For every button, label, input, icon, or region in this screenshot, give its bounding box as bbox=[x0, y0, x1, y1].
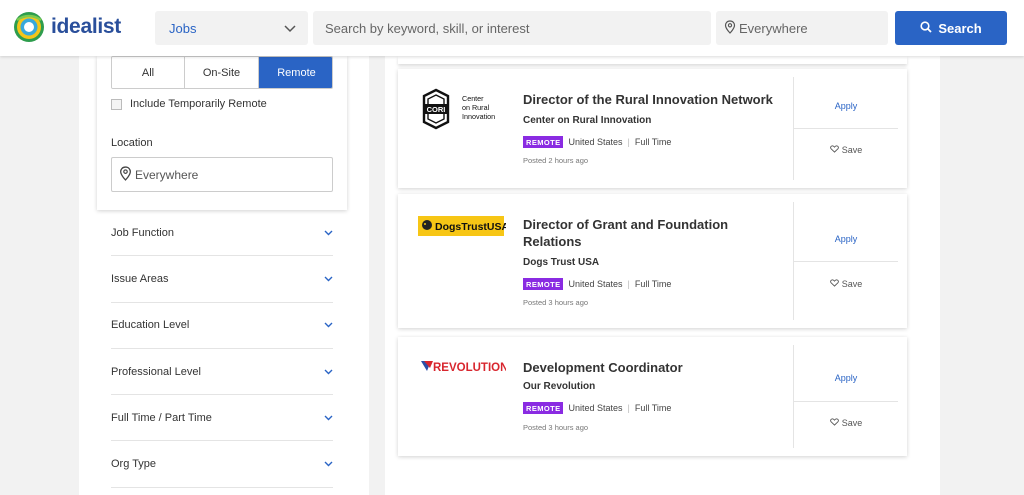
toggle-remote[interactable]: Remote bbox=[259, 57, 332, 88]
actions-divider bbox=[794, 128, 898, 129]
location-filter-input[interactable]: Everywhere bbox=[111, 157, 333, 192]
apply-button[interactable]: Apply bbox=[794, 234, 898, 244]
accordion-org-type[interactable]: Org Type bbox=[111, 441, 333, 488]
job-location: United States bbox=[568, 403, 623, 413]
meta-separator: | bbox=[627, 137, 630, 147]
posted-time: Posted 3 hours ago bbox=[523, 423, 589, 432]
category-select[interactable]: Jobs bbox=[155, 11, 308, 45]
job-title[interactable]: Development Coordinator bbox=[523, 359, 778, 376]
filter-accordion-list: Job Function Issue Areas Education Level… bbox=[111, 210, 333, 488]
svg-text:on Rural: on Rural bbox=[462, 103, 490, 112]
heart-icon bbox=[829, 418, 839, 428]
job-meta: REMOTE United States | Full Time bbox=[523, 136, 671, 148]
apply-button[interactable]: Apply bbox=[794, 101, 898, 111]
heart-icon bbox=[829, 145, 839, 155]
location-label: Location bbox=[111, 137, 153, 149]
chevron-down-icon bbox=[284, 21, 296, 36]
revolution-logo-text: REVOLUTION bbox=[433, 362, 506, 374]
heart-icon bbox=[829, 279, 839, 289]
toggle-on-site[interactable]: On-Site bbox=[185, 57, 259, 88]
location-placeholder: Everywhere bbox=[739, 20, 808, 36]
cori-mark: CORI bbox=[427, 105, 446, 114]
posted-time: Posted 2 hours ago bbox=[523, 156, 589, 165]
chevron-down-icon bbox=[323, 320, 333, 330]
idealist-logo-icon bbox=[12, 10, 46, 44]
job-actions: Apply Save bbox=[793, 77, 898, 180]
save-button[interactable]: Save bbox=[794, 418, 898, 428]
chevron-down-icon bbox=[323, 274, 333, 284]
map-pin-icon bbox=[724, 19, 736, 37]
job-location: United States bbox=[568, 279, 623, 289]
posted-time: Posted 3 hours ago bbox=[523, 298, 589, 307]
job-card[interactable]: CORI Center on Rural Innovation Director… bbox=[398, 69, 907, 188]
job-results: CORI Center on Rural Innovation Director… bbox=[385, 56, 940, 495]
job-meta: REMOTE United States | Full Time bbox=[523, 278, 671, 290]
site-header: idealist Jobs Search by keyword, skill, … bbox=[0, 0, 1024, 56]
save-button[interactable]: Save bbox=[794, 145, 898, 155]
org-name[interactable]: Dogs Trust USA bbox=[523, 257, 599, 268]
dogs-trust-logo-text: DogsTrustUSA bbox=[435, 221, 506, 233]
svg-text:Center: Center bbox=[462, 94, 484, 103]
chevron-down-icon bbox=[323, 228, 333, 238]
filter-panel: All On-Site Remote Include Temporarily R… bbox=[79, 56, 369, 495]
search-icon bbox=[920, 20, 932, 36]
accordion-professional-level[interactable]: Professional Level bbox=[111, 349, 333, 396]
accordion-issue-areas[interactable]: Issue Areas bbox=[111, 256, 333, 303]
category-select-value: Jobs bbox=[169, 20, 197, 36]
actions-divider bbox=[794, 401, 898, 402]
job-type: Full Time bbox=[634, 137, 672, 147]
job-card[interactable]: REVOLUTION Development Coordinator Our R… bbox=[398, 337, 907, 456]
meta-separator: | bbox=[627, 279, 630, 289]
temporarily-remote-checkbox-row[interactable]: Include Temporarily Remote bbox=[111, 98, 267, 110]
location-type-toggle: All On-Site Remote bbox=[111, 56, 333, 89]
save-button[interactable]: Save bbox=[794, 279, 898, 289]
logo-text: idealist bbox=[51, 15, 121, 38]
chevron-down-icon bbox=[323, 459, 333, 469]
location-filter-value: Everywhere bbox=[135, 167, 199, 182]
actions-divider bbox=[794, 261, 898, 262]
apply-button[interactable]: Apply bbox=[794, 373, 898, 383]
svg-text:Innovation: Innovation bbox=[462, 112, 495, 121]
org-logo: CORI Center on Rural Innovation bbox=[418, 87, 506, 131]
job-actions: Apply Save bbox=[793, 202, 898, 320]
toggle-all[interactable]: All bbox=[112, 57, 185, 88]
temporarily-remote-label: Include Temporarily Remote bbox=[130, 98, 267, 110]
save-label: Save bbox=[841, 145, 863, 155]
accordion-education-level[interactable]: Education Level bbox=[111, 303, 333, 349]
temporarily-remote-checkbox[interactable] bbox=[111, 98, 122, 110]
job-actions: Apply Save bbox=[793, 345, 898, 448]
job-location: United States bbox=[568, 137, 623, 147]
save-label: Save bbox=[841, 279, 863, 289]
job-card[interactable]: DogsTrustUSA Director of Grant and Found… bbox=[398, 194, 907, 328]
search-button[interactable]: Search bbox=[895, 11, 1007, 45]
job-title[interactable]: Director of Grant and Foundation Relatio… bbox=[523, 216, 748, 250]
job-type: Full Time bbox=[634, 403, 672, 413]
location-filter-card: All On-Site Remote Include Temporarily R… bbox=[97, 56, 347, 210]
job-meta: REMOTE United States | Full Time bbox=[523, 402, 671, 414]
location-input[interactable]: Everywhere bbox=[716, 11, 888, 45]
remote-badge: REMOTE bbox=[523, 402, 564, 414]
previous-job-card bbox=[398, 56, 907, 64]
org-name[interactable]: Center on Rural Innovation bbox=[523, 115, 651, 126]
org-logo: DogsTrustUSA bbox=[418, 214, 510, 258]
job-title[interactable]: Director of the Rural Innovation Network bbox=[523, 91, 778, 108]
org-logo: REVOLUTION bbox=[418, 357, 508, 401]
remote-badge: REMOTE bbox=[523, 136, 564, 148]
idealist-logo[interactable]: idealist bbox=[12, 10, 121, 44]
accordion-full-time-part-time[interactable]: Full Time / Part Time bbox=[111, 395, 333, 442]
chevron-down-icon bbox=[323, 367, 333, 377]
search-input[interactable]: Search by keyword, skill, or interest bbox=[313, 11, 711, 45]
job-type: Full Time bbox=[634, 279, 672, 289]
meta-separator: | bbox=[627, 403, 630, 413]
chevron-down-icon bbox=[323, 413, 333, 423]
search-placeholder: Search by keyword, skill, or interest bbox=[325, 20, 530, 36]
map-pin-icon bbox=[119, 165, 132, 184]
search-button-label: Search bbox=[938, 20, 982, 36]
org-name[interactable]: Our Revolution bbox=[523, 381, 595, 392]
remote-badge: REMOTE bbox=[523, 278, 564, 290]
save-label: Save bbox=[841, 418, 863, 428]
accordion-job-function[interactable]: Job Function bbox=[111, 210, 333, 257]
